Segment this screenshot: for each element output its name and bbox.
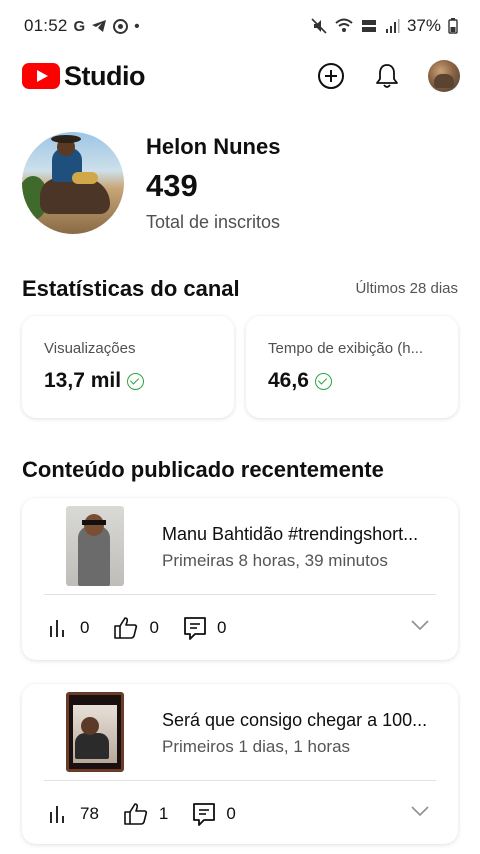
app-header: Studio <box>0 52 480 100</box>
likes-count: 0 <box>149 618 159 637</box>
video-thumbnail[interactable] <box>66 506 124 586</box>
stat-label: Visualizações <box>44 340 136 357</box>
stat-value: 46,6 <box>268 369 309 392</box>
comment-icon <box>193 803 216 826</box>
stat-card-views[interactable]: Visualizações 13,7 mil <box>22 316 234 418</box>
status-time: 01:52 <box>24 16 68 35</box>
comment-icon <box>184 617 206 640</box>
comments-metric: 0 <box>192 802 236 826</box>
telegram-icon <box>91 19 107 33</box>
stats-period: Últimos 28 dias <box>355 280 458 297</box>
thumbs-up-icon <box>114 617 138 639</box>
stats-title: Estatísticas do canal <box>22 276 240 301</box>
header-actions <box>316 60 460 92</box>
views-count: 0 <box>80 618 90 637</box>
likes-metric: 1 <box>123 802 168 826</box>
battery-icon <box>448 18 458 34</box>
views-count: 78 <box>80 804 99 823</box>
recent-content-title: Conteúdo publicado recentemente <box>22 457 384 482</box>
logo-text: Studio <box>64 60 145 91</box>
status-bar: 01:52 G • 37% <box>0 0 480 52</box>
video-title[interactable]: Manu Bahtidão #trendingshort... <box>162 524 438 545</box>
chrome-icon <box>113 18 129 34</box>
signal-icon <box>384 18 400 34</box>
comments-count: 0 <box>216 618 227 637</box>
comments-metric: 0 <box>183 616 226 640</box>
divider <box>44 780 436 781</box>
stat-value-row: 13,7 mil <box>44 369 214 393</box>
likes-metric: 0 <box>113 616 159 640</box>
account-avatar[interactable] <box>428 60 460 92</box>
stat-label: Tempo de exibição (h... <box>268 340 424 357</box>
expand-button[interactable] <box>410 618 430 636</box>
channel-name: Helon Nunes <box>146 133 281 159</box>
status-bar-left: 01:52 G • <box>24 16 139 36</box>
thumbs-up-icon <box>124 803 148 825</box>
google-icon: G <box>73 17 86 35</box>
mute-icon <box>311 18 327 34</box>
stat-card-watch-time[interactable]: Tempo de exibição (h... 46,6 <box>246 316 458 418</box>
check-circle-icon <box>127 372 145 390</box>
video-meta: Primeiros 1 dias, 1 horas <box>162 737 351 756</box>
stat-value: 13,7 mil <box>44 369 122 392</box>
battery-percent: 37% <box>406 16 441 35</box>
subscriber-label: Total de inscritos <box>146 211 281 232</box>
channel-profile: Helon Nunes 439 Total de inscritos <box>22 132 280 234</box>
status-bar-right: 37% <box>311 16 458 36</box>
bar-chart-icon <box>50 620 64 637</box>
chevron-down-icon <box>411 806 429 817</box>
expand-button[interactable] <box>410 804 430 822</box>
channel-avatar[interactable] <box>22 132 124 234</box>
notifications-button[interactable] <box>372 61 402 91</box>
likes-count: 1 <box>158 804 169 823</box>
channel-info: Helon Nunes 439 Total de inscritos <box>146 134 280 233</box>
youtube-play-icon <box>22 63 60 89</box>
video-title[interactable]: Será que consigo chegar a 100... <box>162 710 438 731</box>
wifi-icon <box>334 18 354 34</box>
video-meta: Primeiras 8 horas, 39 minutos <box>162 551 388 570</box>
chevron-down-icon <box>411 620 429 631</box>
volte-icon <box>361 18 377 34</box>
views-metric: 78 <box>48 804 99 824</box>
video-metrics: 0 0 0 <box>48 616 250 640</box>
divider <box>44 594 436 595</box>
video-card[interactable]: Será que consigo chegar a 100... Primeir… <box>22 684 458 844</box>
subscriber-count: 439 <box>146 167 198 203</box>
notifications-icon <box>376 64 398 88</box>
create-icon <box>318 63 344 89</box>
video-metrics: 78 1 0 <box>48 802 260 826</box>
comments-count: 0 <box>226 804 236 823</box>
youtube-studio-logo[interactable]: Studio <box>22 61 145 92</box>
notification-dot-icon: • <box>134 17 140 35</box>
views-metric: 0 <box>48 618 89 638</box>
bar-chart-icon <box>50 806 64 823</box>
video-card[interactable]: Manu Bahtidão #trendingshort... Primeira… <box>22 498 458 660</box>
create-button[interactable] <box>316 61 346 91</box>
video-thumbnail[interactable] <box>66 692 124 772</box>
stat-value-row: 46,6 <box>268 369 438 393</box>
check-circle-icon <box>314 372 332 390</box>
